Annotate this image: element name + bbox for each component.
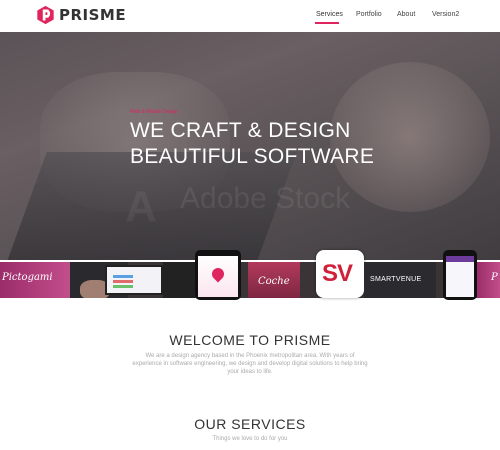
portfolio-tile-sv[interactable]: SV (316, 250, 364, 298)
app-header-bar (446, 256, 474, 262)
hero-title-line-1: WE CRAFT & DESIGN (130, 119, 351, 142)
portfolio-strip: Pictogami Coche SV SMARTVENUE P (0, 250, 500, 300)
header: PRISME Services Portfolio About Version2 (0, 0, 500, 32)
watermark-logo-icon: A (125, 182, 157, 231)
hero-title-line-2: BEAUTIFUL SOFTWARE (130, 145, 375, 168)
welcome-text: We are a design agency based in the Phoe… (132, 353, 368, 375)
portfolio-phone-map[interactable] (195, 250, 241, 300)
hero-title: WE CRAFT & DESIGN BEAUTIFUL SOFTWARE (130, 118, 374, 170)
nav-services[interactable]: Services (316, 11, 343, 18)
hero-watermark: Adobe Stock (180, 182, 351, 215)
hero-tagline: Web & Mobile Design (130, 109, 178, 115)
hero-banner: A Adobe Stock Web & Mobile Design WE CRA… (0, 32, 500, 260)
nav-portfolio[interactable]: Portfolio (356, 11, 382, 18)
map-pin-icon (209, 265, 227, 283)
portfolio-tile-dark[interactable] (163, 262, 195, 298)
right-brand-label: P (491, 272, 498, 283)
nav-about[interactable]: About (397, 11, 415, 18)
portfolio-phone-app[interactable] (443, 250, 477, 300)
welcome-title: WELCOME TO PRISME (169, 332, 331, 348)
dashboard-bar-1 (113, 275, 133, 278)
portfolio-tile-right[interactable]: P (477, 262, 500, 298)
services-title: OUR SERVICES (194, 416, 306, 432)
smartvenue-label: SMARTVENUE (370, 276, 422, 283)
portfolio-tile-dashboard[interactable] (105, 262, 165, 298)
nav-version2[interactable]: Version2 (432, 11, 459, 18)
dashboard-bar-3 (113, 285, 133, 288)
main-nav: Services Portfolio About Version2 (0, 11, 500, 25)
coche-label: Coche (258, 276, 290, 287)
pictogami-label: Pictogami (2, 272, 53, 283)
nav-active-underline (315, 22, 339, 24)
sv-logo-label: SV (322, 260, 353, 287)
portfolio-tile-smartvenue[interactable]: SMARTVENUE (364, 262, 436, 298)
services-subtitle: Things we love to do for you (212, 436, 288, 442)
portfolio-tile-coche[interactable]: Coche (248, 262, 300, 298)
dashboard-bar-2 (113, 280, 133, 283)
phone-app-screen (446, 256, 474, 297)
tablet-screen (105, 265, 163, 295)
portfolio-tile-pictogami[interactable]: Pictogami (0, 262, 70, 298)
phone-screen (198, 256, 238, 297)
